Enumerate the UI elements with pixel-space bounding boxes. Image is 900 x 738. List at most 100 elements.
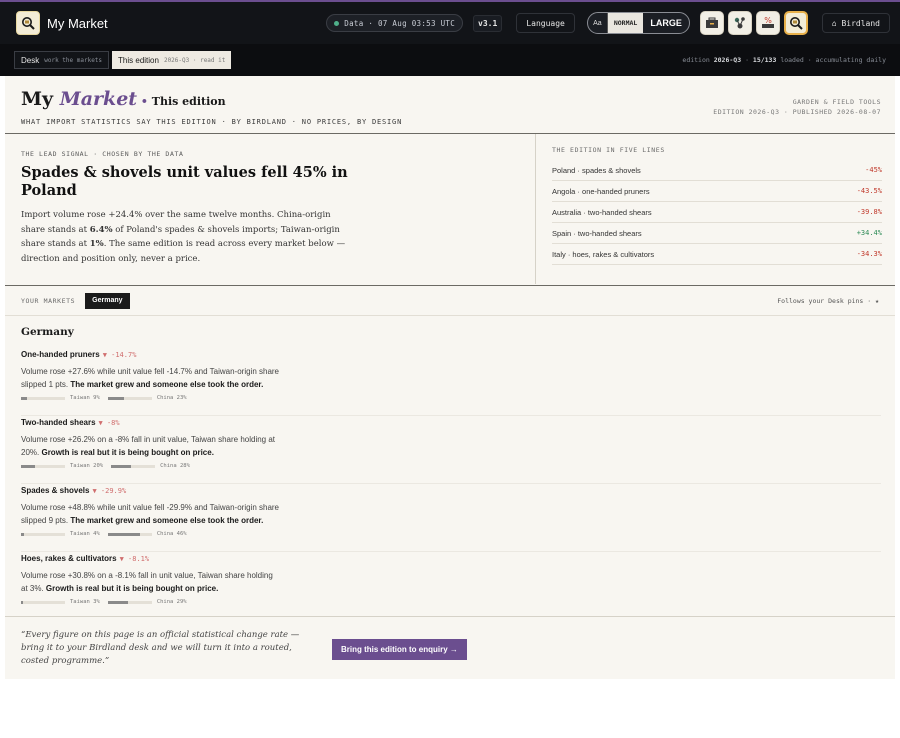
enquiry-button[interactable]: Bring this edition to enquiry →: [332, 639, 467, 660]
five-line-label: Angola · one-handed pruners: [552, 186, 650, 196]
five-line-value: -45%: [865, 166, 882, 174]
size-normal-option[interactable]: NORMAL: [607, 13, 644, 33]
markets-bar: YOUR MARKETS Germany Follows your Desk p…: [5, 285, 895, 316]
status-edition-code: 2026-Q3: [713, 56, 742, 64]
data-status-text: Data · 07 Aug 03:53 UTC: [344, 18, 456, 28]
follows-pins-note: Follows your Desk pins · ★: [777, 296, 879, 305]
tool-name: One-handed pruners ▼ -14.7%: [21, 350, 881, 362]
list-item: Hoes, rakes & cultivators ▼ -8.1% Volume …: [21, 554, 881, 620]
tool-desc: Volume rose +27.6% while unit value fell…: [21, 365, 281, 391]
footer-quote: “Every figure on this page is an officia…: [21, 630, 300, 666]
five-line-row[interactable]: Poland · spades & shovels -45%: [552, 160, 882, 181]
share-bars: Taiwan 4% China 46%: [21, 530, 881, 538]
tool-name: Spades & shovels ▼ -29.9%: [21, 486, 881, 498]
five-line-row[interactable]: Spain · two-handed shears +34.4%: [552, 223, 882, 244]
tool-change: ▼ -8.1%: [119, 555, 150, 563]
lead-body: Import volume rose +24.4% over the same …: [21, 208, 351, 266]
title-market: Market: [59, 88, 138, 110]
title-separator: •: [137, 95, 152, 108]
sub-bar: Desk work the markets This edition 2026-Q3…: [0, 44, 900, 76]
tool-desc-bold: The market grew and someone else took th…: [70, 380, 264, 389]
market-lens-tool-icon[interactable]: [783, 11, 808, 35]
lead-signal-section: THE LEAD SIGNAL · CHOSEN BY THE DATA Spa…: [5, 134, 536, 284]
five-line-value: -43.5%: [856, 187, 882, 195]
taiwan-share-label: Taiwan 4%: [70, 531, 100, 537]
briefcase-tool-icon[interactable]: [699, 11, 724, 35]
taiwan-share-fill: [21, 600, 24, 604]
status-edition-label: edition: [682, 56, 710, 64]
taiwan-share-bar: [21, 396, 65, 400]
taiwan-share-bar: [21, 600, 65, 604]
tool-name-text: Two-handed shears: [21, 418, 96, 427]
user-menu-button[interactable]: ⌂ Birdland: [821, 13, 890, 33]
five-line-row[interactable]: Italy · hoes, rakes & cultivators -34.3%: [552, 244, 882, 265]
market-chip-germany[interactable]: Germany: [85, 292, 130, 309]
china-share-label: China 29%: [156, 599, 187, 605]
page-header: My Market • This edition WHAT IMPORT STA…: [5, 76, 895, 134]
tool-change: ▼ -14.7%: [102, 351, 137, 359]
tool-desc-bold: Growth is real but it is being bought on…: [41, 448, 214, 457]
china-share-fill: [111, 464, 131, 468]
load-status: edition 2026-Q3 · 15/133 loaded · accumu…: [682, 56, 886, 64]
china-share-fill: [107, 396, 124, 400]
taiwan-share-fill: [21, 532, 24, 536]
china-share-fill: [107, 600, 129, 604]
magnifier-logo-icon[interactable]: [16, 11, 40, 35]
taiwan-share-fill: [21, 396, 28, 400]
desk-tab-label: Desk: [21, 55, 40, 65]
status-loaded-count: 15/133: [752, 56, 777, 64]
china-share-label: China 23%: [156, 395, 187, 401]
lead-body-b: 6.4%: [89, 224, 113, 235]
china-share-fill: [107, 532, 141, 536]
list-item: Two-handed shears ▼ -8% Volume rose +26.2…: [21, 418, 881, 484]
language-button[interactable]: Language: [516, 13, 575, 33]
five-line-row[interactable]: Australia · two-handed shears -39.8%: [552, 202, 882, 223]
country-heading: Germany: [21, 326, 74, 338]
five-line-label: Poland · spades & shovels: [552, 165, 641, 175]
tool-change: ▼ -29.9%: [92, 487, 127, 495]
edition-page: My Market • This edition WHAT IMPORT STA…: [5, 76, 895, 679]
edition-tab[interactable]: This edition 2026-Q3 · read it: [112, 51, 232, 69]
lead-body-d: 1%: [89, 239, 104, 249]
china-share-label: China 46%: [156, 531, 187, 537]
china-share-bar: [107, 600, 152, 604]
china-share-label: China 28%: [160, 463, 190, 469]
tool-desc-bold: The market grew and someone else took th…: [70, 516, 264, 525]
taiwan-share-label: Taiwan 9%: [70, 395, 100, 401]
network-tool-icon[interactable]: [727, 11, 752, 35]
taiwan-share-bar: [21, 464, 65, 468]
version-badge: v3.1: [473, 14, 503, 32]
five-lines-label: THE EDITION IN FIVE LINES: [552, 146, 665, 154]
five-lines-panel: THE EDITION IN FIVE LINES Poland · spade…: [552, 146, 882, 265]
lead-label: THE LEAD SIGNAL · CHOSEN BY THE DATA: [21, 150, 184, 158]
pub-category: GARDEN & FIELD TOOLS: [792, 98, 881, 106]
tool-name-text: One-handed pruners: [21, 350, 100, 359]
page-title: My Market • This edition: [21, 88, 226, 110]
taiwan-share-label: Taiwan 20%: [70, 463, 104, 469]
tool-desc: Volume rose +48.8% while unit value fell…: [21, 501, 281, 527]
tool-desc: Volume rose +30.8% on a -8.1% fall in un…: [21, 569, 281, 595]
five-line-label: Italy · hoes, rakes & cultivators: [552, 249, 655, 259]
tool-name-text: Hoes, rakes & cultivators: [21, 554, 117, 563]
taiwan-share-label: Taiwan 3%: [70, 599, 100, 605]
five-line-value: +34.4%: [856, 229, 882, 237]
five-line-value: -39.8%: [856, 208, 882, 216]
status-loaded-label: loaded: [780, 56, 804, 64]
five-line-label: Australia · two-handed shears: [552, 207, 652, 217]
svg-text:%: %: [764, 16, 772, 25]
publication-info: GARDEN & FIELD TOOLS EDITION 2026-Q3 · P…: [713, 97, 881, 117]
page-footer: “Every figure on this page is an officia…: [5, 616, 895, 679]
top-bar: My Market Data · 07 Aug 03:53 UTC v3.1 L…: [0, 0, 900, 44]
title-my: My: [21, 88, 54, 110]
edition-tab-sub: 2026-Q3 · read it: [163, 56, 226, 64]
taiwan-share-fill: [21, 464, 36, 468]
page-tagline: WHAT IMPORT STATISTICS SAY THIS EDITION …: [21, 118, 403, 126]
desk-tab[interactable]: Desk work the markets: [14, 51, 110, 69]
china-share-bar: [107, 532, 152, 536]
desk-tab-sub: work the markets: [44, 56, 103, 64]
size-large-option[interactable]: LARGE: [643, 13, 689, 33]
share-bars: Taiwan 3% China 29%: [21, 598, 881, 606]
percent-tool-icon[interactable]: %: [755, 11, 780, 35]
tool-name: Two-handed shears ▼ -8%: [21, 418, 881, 430]
five-line-row[interactable]: Angola · one-handed pruners -43.5%: [552, 181, 882, 202]
